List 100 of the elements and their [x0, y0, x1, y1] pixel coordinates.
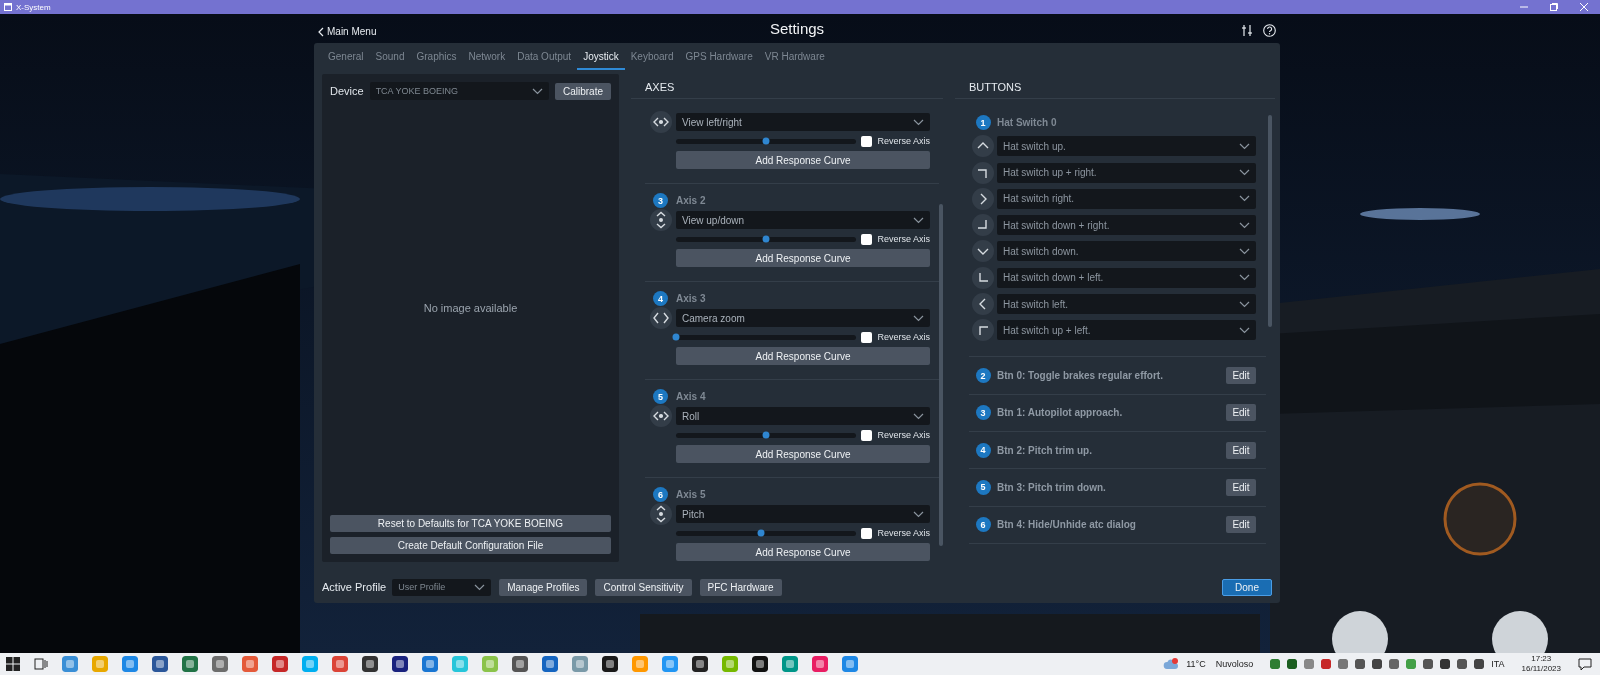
help-icon[interactable] [1263, 24, 1276, 37]
language-indicator[interactable]: ITA [1491, 659, 1505, 669]
tray-icon[interactable] [1321, 659, 1332, 669]
slider-track[interactable] [676, 530, 857, 536]
tab[interactable]: GPS Hardware [679, 43, 759, 70]
notification-icon[interactable] [1578, 657, 1592, 671]
app-icon[interactable] [602, 656, 618, 672]
dropdown[interactable]: Hat switch up. [997, 136, 1256, 157]
chevron-down-icon [913, 216, 924, 224]
tab[interactable]: Data Output [511, 43, 578, 70]
tab[interactable]: Network [462, 43, 512, 70]
dropdown[interactable]: Hat switch right. [997, 188, 1256, 209]
clock-time[interactable]: 17:23 [1531, 654, 1552, 664]
dropdown[interactable]: View up/down [676, 211, 930, 229]
maximize-icon[interactable] [1550, 3, 1558, 11]
dropdown[interactable]: Roll [676, 407, 930, 425]
edit-button[interactable]: Edit [1226, 478, 1256, 496]
app-icon[interactable] [152, 656, 168, 672]
tray-icon[interactable] [1355, 659, 1366, 669]
dropdown[interactable]: Hat switch down + left. [997, 267, 1256, 288]
checkbox[interactable] [861, 429, 873, 441]
slider-thumb[interactable] [757, 529, 765, 537]
edit-button[interactable]: Edit [1226, 516, 1256, 534]
footer-button[interactable]: Manage Profiles [499, 578, 588, 596]
dropdown[interactable]: User Profile [392, 578, 492, 596]
clock-date[interactable]: 16/11/2023 [1521, 664, 1561, 674]
slider-thumb[interactable] [762, 431, 770, 439]
slider-thumb[interactable] [762, 137, 770, 145]
response-curve-button[interactable]: Add Response Curve [676, 347, 930, 365]
dropdown[interactable]: View left/right [676, 113, 930, 131]
dropdown[interactable]: Hat switch down. [997, 241, 1256, 262]
app-icon[interactable] [752, 656, 768, 672]
app-icon[interactable] [692, 656, 708, 672]
chevron-up-icon [972, 135, 994, 158]
dropdown[interactable]: Hat switch up + left. [997, 320, 1256, 341]
sliders-icon[interactable] [1241, 24, 1254, 37]
wide-button[interactable]: Reset to Defaults for TCA YOKE BOEING [330, 515, 611, 532]
checkbox[interactable] [861, 233, 873, 245]
tab[interactable]: Keyboard [624, 43, 680, 70]
response-curve-button[interactable]: Add Response Curve [676, 445, 930, 463]
up-down-arrows-icon [649, 209, 672, 231]
dropdown[interactable]: Hat switch down + right. [997, 215, 1256, 236]
footer-button[interactable]: PFC Hardware [699, 578, 782, 596]
windows-icon[interactable] [6, 657, 20, 671]
app-icon[interactable] [212, 656, 228, 672]
edit-button[interactable]: Edit [1226, 404, 1256, 422]
dropdown[interactable]: Pitch [676, 505, 930, 523]
checkbox[interactable] [861, 135, 873, 147]
tray-icon[interactable] [1440, 659, 1451, 669]
edit-button[interactable]: Edit [1226, 441, 1256, 459]
checkbox[interactable] [861, 331, 873, 343]
done-button[interactable]: Done [1222, 578, 1272, 596]
minimize-icon[interactable] [1520, 3, 1528, 11]
response-curve-button[interactable]: Add Response Curve [676, 151, 930, 169]
app-icon[interactable] [392, 656, 408, 672]
calibrate-button[interactable]: Calibrate [554, 82, 611, 100]
tray-icon[interactable] [1457, 659, 1468, 669]
tray-icon[interactable] [1372, 659, 1383, 669]
tab[interactable]: General [322, 43, 370, 70]
tab[interactable]: VR Hardware [758, 43, 831, 70]
main-menu-link[interactable]: Main Menu [318, 26, 377, 37]
tab[interactable]: Graphics [410, 43, 463, 70]
slider-track[interactable] [676, 138, 857, 144]
axis-label: Axis 5 [676, 489, 707, 500]
footer-button[interactable]: Control Sensitivity [595, 578, 692, 596]
app-icon[interactable] [362, 656, 378, 672]
app-icon[interactable] [512, 656, 528, 672]
response-curve-button[interactable]: Add Response Curve [676, 249, 930, 267]
chevron-down-icon [972, 240, 994, 263]
dropdown[interactable]: TCA YOKE BOEING [369, 82, 549, 100]
chevron-down-icon [1239, 221, 1250, 229]
slider-track[interactable] [676, 236, 857, 242]
dropdown[interactable]: Hat switch left. [997, 294, 1256, 315]
task-view-icon[interactable] [34, 657, 48, 671]
slider-track[interactable] [676, 334, 857, 340]
app-icon[interactable] [182, 656, 198, 672]
scrollbar[interactable] [939, 204, 943, 546]
tab[interactable]: Joystick [577, 43, 625, 70]
edit-button[interactable]: Edit [1226, 367, 1256, 384]
app-icon[interactable] [542, 656, 558, 672]
wide-button[interactable]: Create Default Configuration File [330, 537, 611, 554]
tray-icon[interactable] [1423, 659, 1434, 669]
hat-switch-label: Hat Switch 0 [997, 117, 1058, 128]
slider-thumb[interactable] [672, 333, 680, 341]
tab[interactable]: Sound [369, 43, 411, 70]
tray-icon[interactable] [1474, 659, 1485, 669]
close-icon[interactable] [1580, 3, 1588, 11]
scrollbar[interactable] [1268, 115, 1272, 327]
corner-icon [972, 319, 994, 342]
dropdown[interactable]: Hat switch up + right. [997, 162, 1256, 183]
slider-thumb[interactable] [762, 235, 770, 243]
tray-icon[interactable] [1287, 659, 1298, 669]
slider-track[interactable] [676, 432, 857, 438]
dropdown[interactable]: Camera zoom [676, 309, 930, 327]
checkbox[interactable] [861, 527, 873, 539]
number-badge: 5 [653, 389, 668, 404]
response-curve-button[interactable]: Add Response Curve [676, 543, 930, 561]
number-badge: 4 [975, 442, 991, 458]
cloud-icon[interactable] [1163, 658, 1180, 670]
tray-icon[interactable] [1389, 659, 1400, 669]
